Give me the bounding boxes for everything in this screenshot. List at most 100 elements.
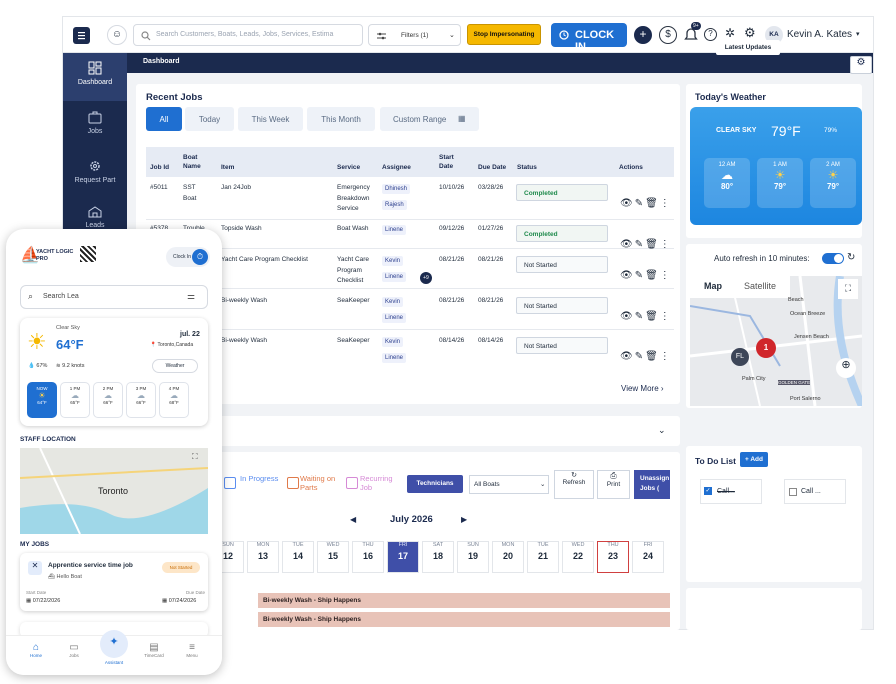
col-start-date[interactable]: Start Date: [439, 154, 463, 171]
dashboard-settings-icon[interactable]: ⚙: [850, 56, 872, 74]
job-item[interactable]: Bi-weekly Wash: [221, 336, 267, 347]
calendar-day[interactable]: MON 13: [247, 541, 279, 573]
col-status[interactable]: Status: [517, 164, 537, 173]
settings-gear-icon[interactable]: ⚙: [744, 25, 756, 41]
waiting-parts-checkbox[interactable]: [287, 477, 299, 489]
view-edit-delete-icon[interactable]: 👁✎🗑⋮: [620, 336, 672, 377]
in-progress-checkbox[interactable]: [224, 477, 236, 489]
job-card[interactable]: ✕ Apprentice service time job Not Starte…: [20, 553, 208, 611]
hour-card[interactable]: 2 PM ☁ 66°F: [93, 382, 123, 418]
print-button[interactable]: ⎙ Print: [597, 470, 630, 499]
map-tab[interactable]: Map: [690, 276, 734, 298]
sparkle-icon[interactable]: ✲: [725, 26, 735, 40]
tab-this-week[interactable]: This Week: [238, 107, 303, 131]
hour-card[interactable]: 4 PM ☁ 68°F: [159, 382, 189, 418]
stop-impersonating-button[interactable]: Stop Impersonating: [467, 24, 541, 45]
todo-item[interactable]: Call ...: [784, 479, 846, 504]
status-select[interactable]: Not Started: [516, 256, 608, 273]
nav-jobs[interactable]: ▭ Jobs: [62, 642, 86, 658]
view-edit-delete-icon[interactable]: 👁✎🗑⋮: [620, 255, 672, 296]
calendar-day[interactable]: SAT 18: [422, 541, 454, 573]
notifications-bell-icon[interactable]: 9+: [683, 22, 701, 44]
refresh-icon[interactable]: ↻: [847, 252, 855, 263]
calendar-day[interactable]: MON 20: [492, 541, 524, 573]
calendar-day[interactable]: THU 16: [352, 541, 384, 573]
tab-custom-range[interactable]: Custom Range ▦: [380, 107, 479, 131]
assistant-sparkle-icon[interactable]: ✦: [100, 630, 128, 658]
tab-today[interactable]: Today: [185, 107, 234, 131]
avatar-emoji-icon[interactable]: ☺: [107, 25, 127, 45]
checked-checkbox-icon[interactable]: ✓: [704, 487, 712, 495]
filter-sliders-icon[interactable]: ⚌: [187, 291, 195, 302]
filters-dropdown[interactable]: Filters (1) ⌄: [368, 24, 461, 46]
status-select[interactable]: Completed: [516, 225, 608, 242]
sidebar-item-request-part[interactable]: Request Part: [63, 149, 127, 197]
locate-icon[interactable]: ⊕: [836, 358, 856, 378]
nav-menu[interactable]: ≡ Menu: [180, 642, 204, 658]
hour-card[interactable]: 1 PM ☁ 65°F: [60, 382, 90, 418]
hour-card[interactable]: NOW ☀ 64°F: [27, 382, 57, 418]
status-select[interactable]: Completed: [516, 184, 608, 201]
add-icon[interactable]: +: [634, 26, 652, 44]
col-assignee[interactable]: Assignee: [382, 164, 411, 173]
refresh-button[interactable]: ↻ Refresh: [554, 470, 594, 499]
todo-item[interactable]: ✓ Call...: [700, 479, 762, 504]
calendar-event[interactable]: Bi-weekly Wash - Ship Happens: [258, 593, 670, 608]
job-id[interactable]: #5011: [150, 183, 168, 194]
collapse-chevron-icon[interactable]: ⌄: [658, 425, 666, 436]
view-edit-delete-icon[interactable]: 👁✎🗑⋮: [620, 296, 672, 337]
view-edit-delete-icon[interactable]: 👁✎🗑⋮: [620, 183, 672, 224]
technicians-button[interactable]: Technicians: [407, 475, 463, 493]
calendar-day[interactable]: TUE 21: [527, 541, 559, 573]
calendar-day[interactable]: WED 22: [562, 541, 594, 573]
col-service[interactable]: Service: [337, 164, 360, 173]
user-menu-caret-icon[interactable]: ▾: [856, 30, 860, 38]
fullscreen-icon[interactable]: ⛶: [192, 452, 198, 462]
calendar-day[interactable]: FRI 17: [387, 541, 419, 573]
user-name[interactable]: Kevin A. Kates: [787, 29, 852, 40]
tab-all[interactable]: All: [146, 107, 182, 131]
latest-updates-button[interactable]: Latest Updates: [716, 40, 780, 55]
boats-select[interactable]: All Boats ⌄: [469, 475, 549, 494]
next-month-icon[interactable]: ▶: [461, 515, 467, 524]
prev-month-icon[interactable]: ◀: [350, 515, 356, 524]
clock-in-toggle[interactable]: Clock In ⏱: [166, 247, 210, 267]
map-pin-red[interactable]: 1: [756, 338, 776, 358]
staff-map[interactable]: Toronto ⛶: [20, 448, 208, 534]
col-item[interactable]: Item: [221, 164, 234, 173]
sidebar-item-dashboard[interactable]: Dashboard: [63, 53, 127, 101]
hour-card[interactable]: 3 PM ☁ 66°F: [126, 382, 156, 418]
map-pin-fl[interactable]: FL: [731, 348, 749, 366]
job-item[interactable]: Yacht Care Program Checklist: [221, 255, 308, 266]
fullscreen-icon[interactable]: ⛶: [838, 279, 858, 299]
col-job-id[interactable]: Job Id: [150, 164, 169, 173]
add-todo-button[interactable]: + Add: [740, 452, 768, 467]
calendar-day[interactable]: WED 15: [317, 541, 349, 573]
sidebar-item-jobs[interactable]: Jobs: [63, 101, 127, 149]
auto-refresh-toggle[interactable]: [822, 253, 844, 264]
unassigned-jobs-button[interactable]: Unassign Jobs (: [634, 470, 670, 499]
calendar-day[interactable]: THU 23: [597, 541, 629, 573]
view-more-link[interactable]: View More ›: [621, 384, 664, 393]
satellite-tab[interactable]: Satellite: [734, 276, 790, 298]
job-item[interactable]: Jan 24Job: [221, 183, 251, 194]
status-select[interactable]: Not Started: [516, 337, 608, 354]
help-icon[interactable]: ?: [704, 28, 717, 41]
map-view[interactable]: Map Satellite ⛶ Beach Ocean Breeze Jense…: [690, 276, 862, 406]
menu-button[interactable]: [73, 27, 90, 44]
mobile-search-input[interactable]: ⌕ Search Lea ⚌: [20, 285, 208, 309]
job-item[interactable]: Topside Wash: [221, 224, 262, 235]
nav-home[interactable]: ⌂ Home: [24, 642, 48, 658]
global-search-input[interactable]: Search Customers, Boats, Leads, Jobs, Se…: [133, 24, 363, 46]
status-select[interactable]: Not Started: [516, 297, 608, 314]
calendar-day[interactable]: FRI 24: [632, 541, 664, 573]
calendar-event[interactable]: Bi-weekly Wash - Ship Happens: [258, 612, 670, 627]
qr-code-icon[interactable]: [80, 246, 96, 262]
col-due-date[interactable]: Due Date: [478, 164, 506, 173]
more-assignees-badge[interactable]: +9: [420, 272, 432, 284]
job-item[interactable]: Bi-weekly Wash: [221, 296, 267, 307]
nav-timecard[interactable]: ▤ TimeCard: [142, 642, 166, 658]
unchecked-checkbox-icon[interactable]: [789, 488, 797, 496]
clock-in-button[interactable]: CLOCK IN: [551, 23, 627, 53]
calendar-day[interactable]: SUN 19: [457, 541, 489, 573]
